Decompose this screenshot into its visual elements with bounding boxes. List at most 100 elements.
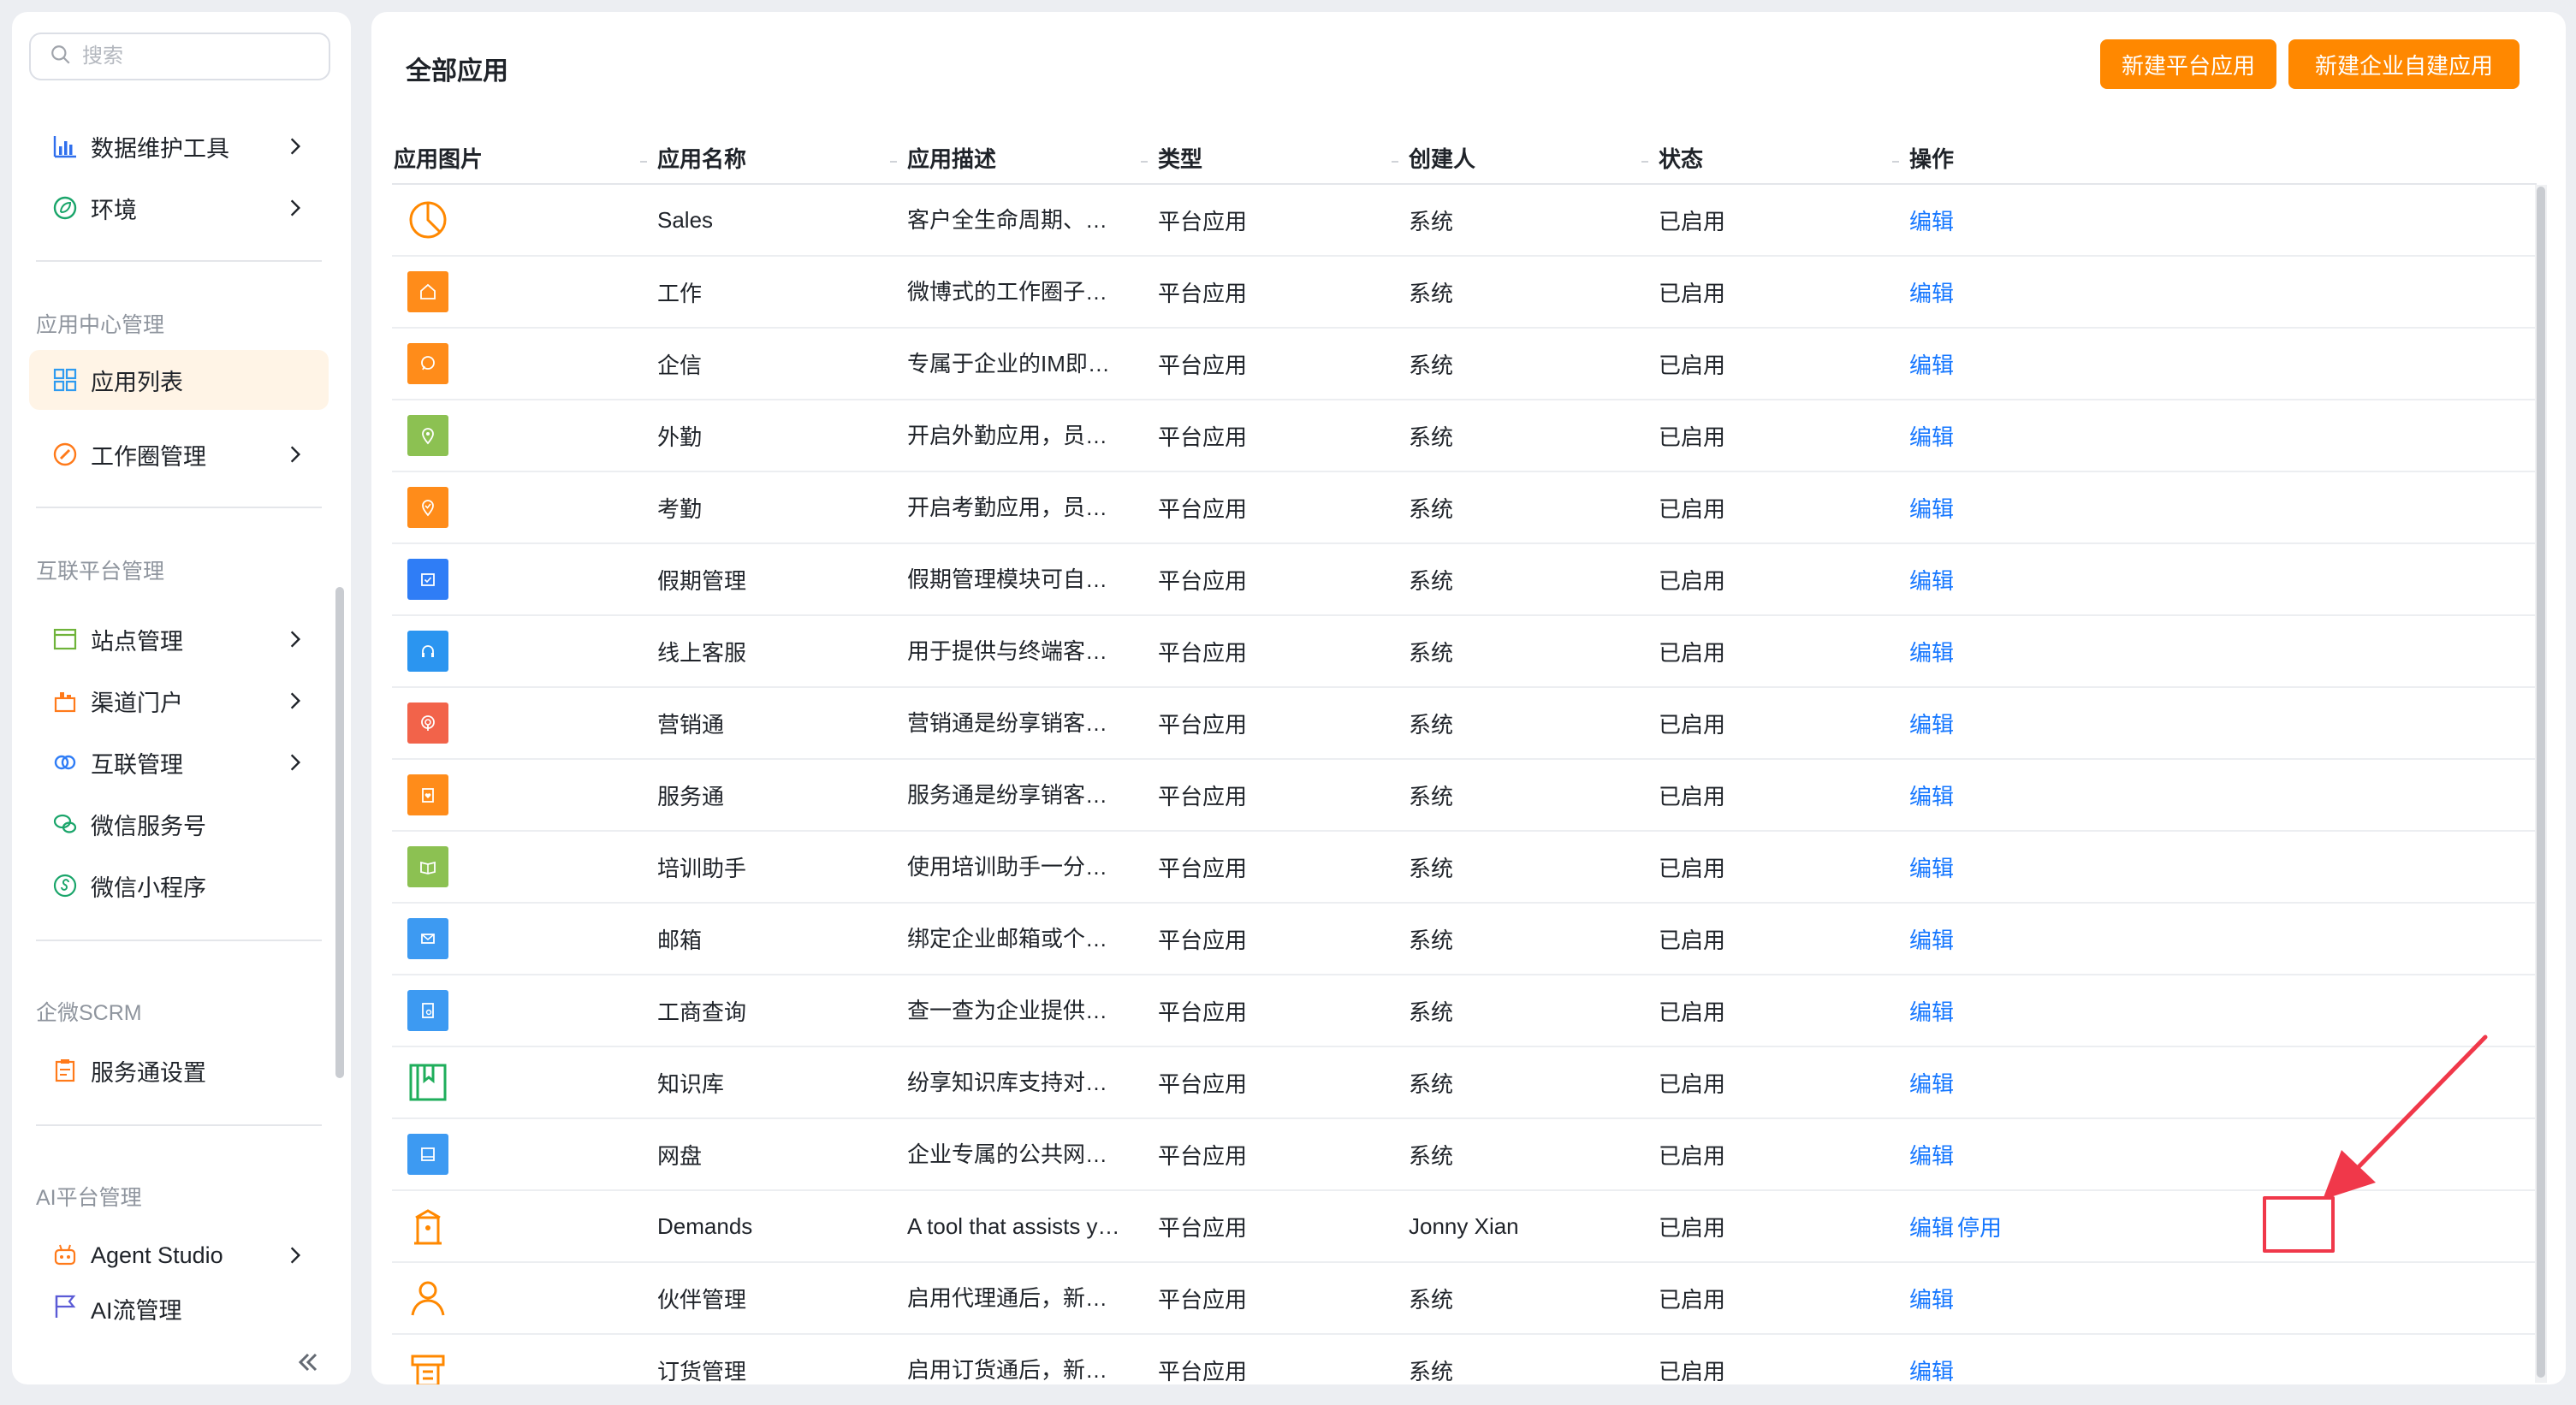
sidebar-item-channel-portal[interactable]: 渠道门户 [29,671,329,731]
action-edit-link[interactable]: 编辑 [1909,348,1954,380]
sidebar-item-interconnect[interactable]: 互联管理 [29,732,329,792]
action-edit-link[interactable]: 编辑 [1909,420,1954,452]
sidebar-item-work-circle[interactable]: 工作圈管理 [29,424,329,484]
app-actions-cell: 编辑 [1909,975,2183,1046]
app-name-cell: 网盘 [657,1142,703,1169]
app-name-cell: 线上客服 [657,639,747,666]
action-edit-link[interactable]: 编辑 [1909,636,1954,667]
action-edit-link[interactable]: 编辑 [1909,851,1954,883]
sidebar-item-label: 微信服务号 [91,813,206,839]
new-platform-app-button[interactable]: 新建平台应用 [2100,39,2276,89]
app-status-cell: 已启用 [1659,855,1726,881]
sidebar-item-environment[interactable]: 环境 [29,178,329,238]
action-edit-link[interactable]: 编辑 [1909,923,1954,955]
app-status-cell: 已启用 [1659,424,1726,450]
action-edit-link[interactable]: 编辑 [1909,564,1954,596]
pie-chart-icon [407,199,448,240]
action-edit-link[interactable]: 编辑 [1909,780,1954,811]
app-status-cell: 已启用 [1659,1214,1726,1241]
app-type-cell: 平台应用 [1158,711,1248,738]
column-header: 应用名称 [657,146,747,172]
app-actions-cell: 编辑 [1909,544,2183,614]
app-actions-cell: 编辑 [1909,904,2183,974]
table-row: 外勤 开启外勤应用，员… 平台应用 系统 已启用 编辑 [392,400,2537,472]
app-name-cell: 邮箱 [657,927,703,953]
app-status-cell: 已启用 [1659,495,1726,522]
flag-icon [51,1292,79,1319]
app-actions-cell: 编辑 [1909,1119,2183,1189]
store-icon [51,687,79,714]
action-disable-link[interactable]: 停用 [1957,1211,2002,1242]
sidebar-item-label: Agent Studio [91,1242,223,1268]
clipboard-heart-icon [407,774,448,815]
action-edit-link[interactable]: 编辑 [1909,708,1954,739]
app-actions-cell: 编辑 [1909,1263,2183,1333]
app-type-cell: 平台应用 [1158,1214,1248,1241]
app-type-cell: 平台应用 [1158,927,1248,953]
action-edit-link[interactable]: 编辑 [1909,205,1954,236]
app-status-cell: 已启用 [1659,1286,1726,1313]
app-image-cell [407,544,459,614]
column-resize-handle[interactable] [890,161,897,163]
app-type-cell: 平台应用 [1158,783,1248,809]
sidebar-item-agent-studio[interactable]: Agent Studio [29,1225,329,1285]
sidebar-item-label: AI流管理 [91,1298,182,1321]
column-resize-handle[interactable] [1392,161,1398,163]
building-icon [407,1206,448,1247]
action-edit-link[interactable]: 编辑 [1909,1211,1954,1242]
action-edit-link[interactable]: 编辑 [1909,1355,1954,1385]
app-desc-cell: A tool that assists y… [907,1213,1120,1239]
app-image-cell [407,257,459,327]
action-edit-link[interactable]: 编辑 [1909,492,1954,524]
sidebar-scrollbar[interactable] [335,587,344,1078]
search-input[interactable] [82,44,322,68]
column-resize-handle[interactable] [640,161,647,163]
app-creator-cell: 系统 [1409,1358,1454,1384]
sidebar-item-ai-flow[interactable]: AI流管理 [29,1287,329,1321]
action-edit-link[interactable]: 编辑 [1909,1139,1954,1171]
collapse-sidebar-icon[interactable] [293,1347,323,1378]
app-creator-cell: 系统 [1409,1286,1454,1313]
app-actions-cell: 编辑 [1909,760,2183,830]
sidebar-item-data-maintenance[interactable]: 数据维护工具 [29,116,329,176]
app-actions-cell: 编辑 [1909,472,2183,542]
app-type-cell: 平台应用 [1158,1142,1248,1169]
app-desc-cell: 营销通是纷享销客… [907,710,1108,736]
app-creator-cell: 系统 [1409,783,1454,809]
search-box[interactable] [29,33,330,80]
table-row: 企信 专属于企业的IM即… 平台应用 系统 已启用 编辑 [392,329,2537,400]
chevron-right-icon [284,443,306,465]
action-edit-link[interactable]: 编辑 [1909,1067,1954,1099]
column-resize-handle[interactable] [1641,161,1648,163]
action-edit-link[interactable]: 编辑 [1909,995,1954,1027]
table-row: Sales 客户全生命周期、… 平台应用 系统 已启用 编辑 [392,185,2537,257]
app-desc-cell: 专属于企业的IM即… [907,351,1110,376]
column-resize-handle[interactable] [1141,161,1148,163]
app-type-cell: 平台应用 [1158,1358,1248,1384]
sidebar-item-label: 服务通设置 [91,1059,206,1086]
sidebar-divider [36,507,322,508]
app-desc-cell: 企业专属的公共网… [907,1141,1108,1167]
sidebar-group-title: 应用中心管理 [36,313,165,337]
column-resize-handle[interactable] [1892,161,1899,163]
app-actions-cell: 编辑 [1909,616,2183,686]
app-name-cell: 服务通 [657,783,725,809]
sidebar-item-site-management[interactable]: 站点管理 [29,609,329,669]
app-desc-cell: 客户全生命周期、… [907,207,1108,233]
app-desc-cell: 微博式的工作圈子… [907,279,1108,305]
sidebar-item-app-list[interactable]: 应用列表 [29,350,329,410]
table-scrollbar[interactable] [2537,187,2545,1378]
site-window-icon [51,625,79,653]
new-enterprise-app-button[interactable]: 新建企业自建应用 [2288,39,2520,89]
app-name-cell: 知识库 [657,1070,725,1097]
sidebar-item-wechat-service[interactable]: 微信服务号 [29,794,329,854]
sidebar-item-wechat-miniprogram[interactable]: 微信小程序 [29,856,329,916]
app-type-cell: 平台应用 [1158,567,1248,594]
table-row: 工作 微博式的工作圈子… 平台应用 系统 已启用 编辑 [392,257,2537,329]
sidebar-item-service-settings[interactable]: 服务通设置 [29,1040,329,1100]
table-row: 邮箱 绑定企业邮箱或个… 平台应用 系统 已启用 编辑 [392,904,2537,975]
action-edit-link[interactable]: 编辑 [1909,276,1954,308]
app-status-cell: 已启用 [1659,280,1726,306]
action-edit-link[interactable]: 编辑 [1909,1283,1954,1314]
app-status-cell: 已启用 [1659,639,1726,666]
